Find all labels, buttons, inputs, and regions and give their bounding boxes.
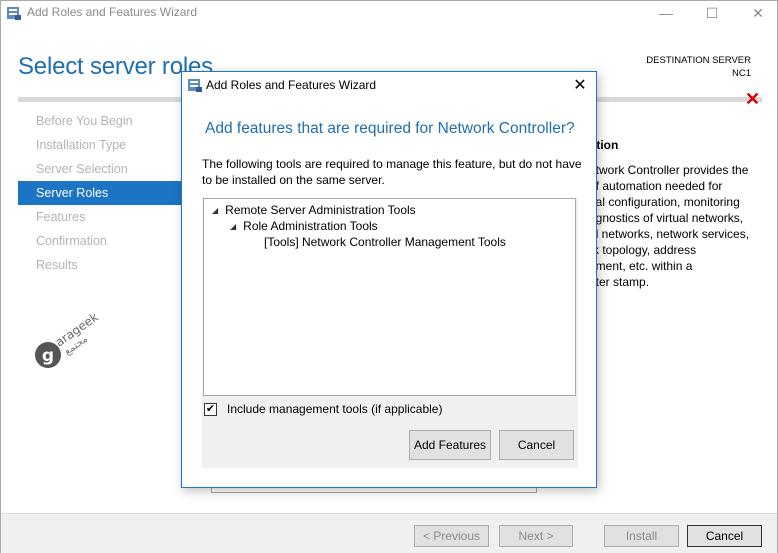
destination-server: DESTINATION SERVER NC1 bbox=[646, 54, 751, 80]
close-icon: ✕ bbox=[573, 77, 587, 94]
tree-item[interactable]: ◢ Remote Server Administration Tools bbox=[212, 203, 416, 217]
previous-button[interactable]: < Previous bbox=[414, 525, 489, 547]
dialog-titlebar: Add Roles and Features Wizard ✕ bbox=[182, 72, 596, 98]
nav-item-server-roles[interactable]: Server Roles bbox=[18, 181, 188, 205]
description-line: nter stamp. bbox=[589, 275, 650, 289]
tree-item-label: Remote Server Administration Tools bbox=[225, 203, 416, 217]
description-text: etwork Controller provides the of automat… bbox=[589, 162, 769, 290]
error-icon[interactable]: ✕ bbox=[745, 89, 760, 110]
watermark-glyph: g bbox=[42, 346, 54, 366]
description-line: al networks, network services, bbox=[589, 227, 750, 241]
dialog-heading: Add features that are required for Netwo… bbox=[205, 120, 575, 137]
window-title: Add Roles and Features Wizard bbox=[27, 5, 198, 19]
description-line: ement, etc. within a bbox=[589, 259, 693, 273]
window-close-button[interactable]: ✕ bbox=[735, 1, 778, 25]
nav-item-before-you-begin[interactable]: Before You Begin bbox=[18, 109, 188, 133]
dialog-cancel-button[interactable]: Cancel bbox=[499, 430, 574, 460]
nav-item-results[interactable]: Results bbox=[18, 253, 188, 277]
minimize-button[interactable]: — bbox=[643, 1, 689, 25]
role-description: ption etwork Controller provides the of a… bbox=[589, 137, 769, 290]
next-button[interactable]: Next > bbox=[499, 525, 573, 547]
destination-label: DESTINATION SERVER bbox=[646, 55, 751, 66]
nav-item-installation-type[interactable]: Installation Type bbox=[18, 133, 188, 157]
tree-item-label: [Tools] Network Controller Management To… bbox=[264, 235, 506, 249]
destination-name: NC1 bbox=[731, 68, 751, 79]
description-heading: ption bbox=[589, 138, 619, 152]
include-tools-row[interactable]: ✔ Include management tools (if applicabl… bbox=[204, 402, 442, 416]
description-line: of automation needed for bbox=[589, 179, 723, 193]
cancel-button[interactable]: Cancel bbox=[687, 525, 762, 547]
dialog-close-button[interactable]: ✕ bbox=[570, 75, 590, 95]
expand-arrow-icon[interactable]: ◢ bbox=[230, 222, 236, 231]
nav-item-confirmation[interactable]: Confirmation bbox=[18, 229, 188, 253]
window-titlebar: Add Roles and Features Wizard — ☐ ✕ bbox=[1, 1, 777, 25]
server-manager-icon bbox=[188, 79, 202, 92]
maximize-button[interactable]: ☐ bbox=[689, 1, 735, 25]
expand-arrow-icon[interactable]: ◢ bbox=[212, 206, 218, 215]
tree-item[interactable]: [Tools] Network Controller Management To… bbox=[264, 235, 506, 249]
description-line: rk topology, address bbox=[589, 243, 697, 257]
wizard-footer: < Previous Next > Install Cancel bbox=[1, 513, 777, 553]
server-manager-icon bbox=[7, 7, 21, 20]
dialog-text: The following tools are required to mana… bbox=[202, 157, 582, 187]
tree-item-label: Role Administration Tools bbox=[243, 219, 378, 233]
include-tools-label: Include management tools (if applicable) bbox=[227, 402, 443, 416]
minimize-icon: — bbox=[659, 5, 673, 21]
close-icon: ✕ bbox=[752, 4, 764, 21]
dialog-title: Add Roles and Features Wizard bbox=[206, 78, 377, 92]
description-line: agnostics of virtual networks, bbox=[589, 211, 744, 225]
nav-item-server-selection[interactable]: Server Selection bbox=[18, 157, 188, 181]
description-line: etwork Controller provides the bbox=[589, 163, 749, 177]
install-button[interactable]: Install bbox=[604, 525, 679, 547]
nav-item-features[interactable]: Features bbox=[18, 205, 188, 229]
add-features-button[interactable]: Add Features bbox=[409, 430, 491, 460]
required-features-tree[interactable]: ◢ Remote Server Administration Tools ◢ Role… bbox=[203, 198, 576, 396]
tree-item[interactable]: ◢ Role Administration Tools bbox=[230, 219, 378, 233]
include-tools-checkbox[interactable]: ✔ bbox=[204, 402, 217, 416]
check-icon: ✔ bbox=[205, 402, 216, 415]
wizard-nav: Before You Begin Installation Type Server … bbox=[18, 109, 188, 277]
maximize-icon: ☐ bbox=[705, 4, 719, 21]
arageek-watermark-logo: g arageek مجتمع bbox=[35, 310, 101, 368]
description-line: ual configuration, monitoring bbox=[589, 195, 740, 209]
add-features-dialog: Add Roles and Features Wizard ✕ Add feat… bbox=[181, 71, 597, 488]
